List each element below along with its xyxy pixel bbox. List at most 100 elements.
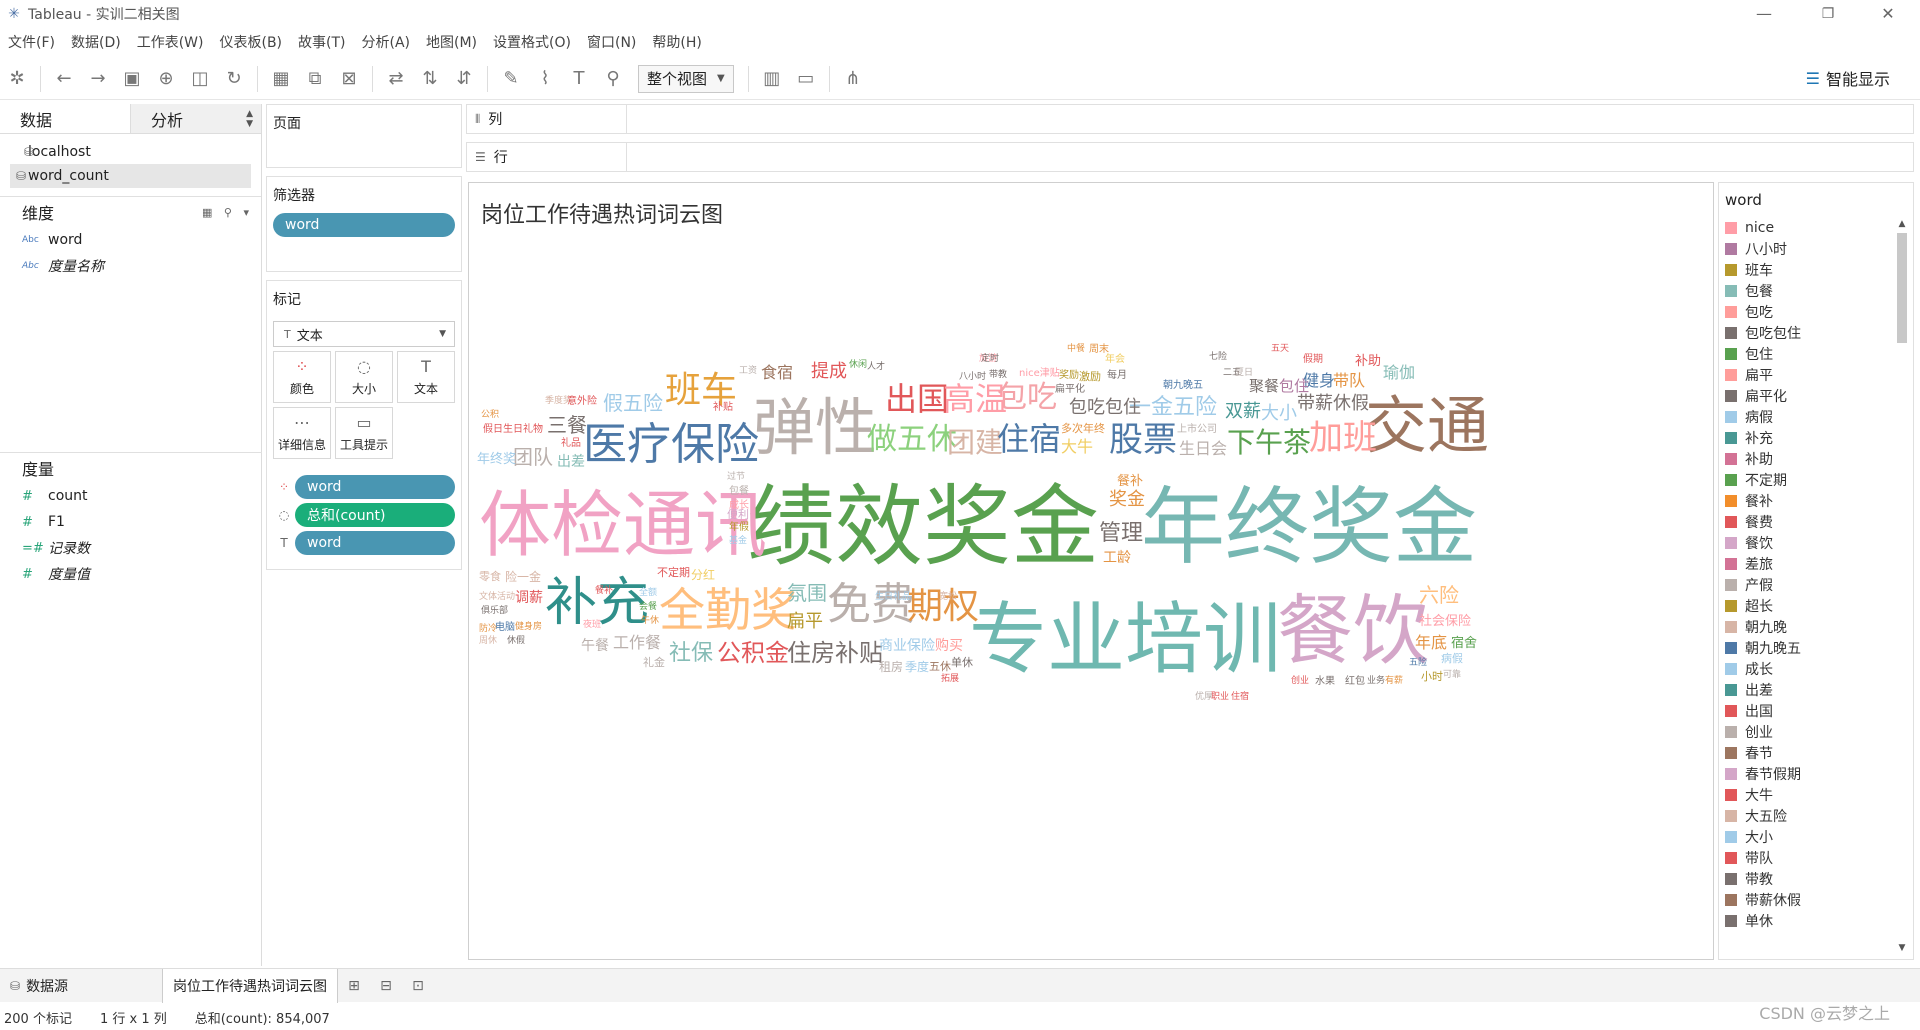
- cloud-word[interactable]: 做五休: [867, 425, 957, 455]
- cloud-word[interactable]: 餐饮: [1277, 593, 1429, 669]
- cloud-word[interactable]: 租房: [879, 661, 903, 673]
- scroll-down-icon[interactable]: ▼: [1895, 943, 1909, 953]
- pages-card[interactable]: 页面: [266, 104, 462, 168]
- legend-item[interactable]: 创业: [1725, 721, 1913, 742]
- cloud-word[interactable]: 专业培训: [969, 601, 1281, 679]
- cloud-word[interactable]: 假日: [483, 425, 503, 435]
- legend-item[interactable]: 餐饮: [1725, 532, 1913, 553]
- cloud-word[interactable]: 险一金: [505, 571, 541, 583]
- tab-data-source[interactable]: ⛁ 数据源: [0, 969, 162, 1003]
- cloud-word[interactable]: 弹性: [753, 397, 877, 459]
- cloud-word[interactable]: 五险: [1409, 659, 1427, 668]
- legend-item[interactable]: 包餐: [1725, 280, 1913, 301]
- cloud-word[interactable]: 包吃: [997, 383, 1057, 413]
- legend-item[interactable]: 扁平: [1725, 364, 1913, 385]
- legend-item[interactable]: 补助: [1725, 448, 1913, 469]
- menu-format[interactable]: 设置格式(O): [493, 32, 571, 52]
- menu-data[interactable]: 数据(D): [71, 32, 121, 52]
- new-data-source-icon[interactable]: ⊕: [149, 64, 183, 94]
- cloud-word[interactable]: 生日礼物: [503, 425, 543, 435]
- cloud-word[interactable]: 补贴: [713, 403, 733, 413]
- cloud-word[interactable]: 单休: [951, 657, 973, 668]
- cloud-word[interactable]: 生日会: [1179, 441, 1227, 457]
- cloud-word[interactable]: 大小: [1261, 405, 1297, 423]
- save-icon[interactable]: ▣: [115, 64, 149, 94]
- cloud-word[interactable]: 生日礼品: [875, 593, 911, 602]
- cloud-word[interactable]: 五休: [929, 661, 951, 672]
- cloud-word[interactable]: 六险: [1419, 585, 1459, 605]
- legend-item[interactable]: 大牛: [1725, 784, 1913, 805]
- cloud-word[interactable]: 一金五险: [1129, 397, 1217, 419]
- clear-sheet-icon[interactable]: ⊠: [332, 64, 366, 94]
- scroll-thumb[interactable]: [1897, 233, 1907, 343]
- cloud-word[interactable]: 社会保险: [1419, 615, 1471, 628]
- cloud-word[interactable]: 不定期: [657, 567, 690, 578]
- cloud-word[interactable]: 礼品: [561, 439, 581, 449]
- cloud-word[interactable]: 可靠: [1443, 671, 1461, 680]
- color-button[interactable]: ⁘ 颜色: [273, 351, 331, 403]
- show-cards-icon[interactable]: ▥: [755, 64, 789, 94]
- legend-item[interactable]: 包吃包住: [1725, 322, 1913, 343]
- legend-item[interactable]: 成长: [1725, 658, 1913, 679]
- measure-field-f1[interactable]: # F1: [0, 509, 262, 535]
- cloud-word[interactable]: 小时: [1421, 671, 1443, 682]
- refresh-icon[interactable]: ↻: [217, 64, 251, 94]
- cloud-word[interactable]: 带队: [1333, 373, 1365, 389]
- cloud-word[interactable]: 补助: [1355, 355, 1381, 368]
- legend-item[interactable]: 出差: [1725, 679, 1913, 700]
- size-button[interactable]: ◌ 大小: [335, 351, 393, 403]
- legend-scrollbar[interactable]: ▲ ▼: [1895, 219, 1909, 953]
- cloud-word[interactable]: 购买: [935, 639, 963, 653]
- legend-item[interactable]: 出国: [1725, 700, 1913, 721]
- cloud-word[interactable]: 有薪: [1385, 677, 1403, 686]
- menu-window[interactable]: 窗口(N): [587, 32, 636, 52]
- measure-field-count[interactable]: # count: [0, 483, 262, 509]
- legend-item[interactable]: 春节假期: [1725, 763, 1913, 784]
- legend-item[interactable]: 病假: [1725, 406, 1913, 427]
- fit-view-select[interactable]: 整个视图 ▼: [638, 64, 734, 93]
- cloud-word[interactable]: 工资: [739, 367, 757, 376]
- cloud-word[interactable]: 医疗保险: [583, 423, 759, 467]
- cloud-word[interactable]: 团队: [513, 447, 553, 467]
- cloud-word[interactable]: 股票: [1109, 423, 1177, 457]
- cloud-word[interactable]: 上市公司: [1177, 425, 1217, 435]
- scroll-up-icon[interactable]: ▲: [1895, 219, 1909, 229]
- cloud-word[interactable]: nice津贴: [1019, 369, 1060, 379]
- cloud-word[interactable]: 年终奖: [477, 453, 516, 466]
- share-icon[interactable]: ⋔: [836, 64, 870, 94]
- cloud-word[interactable]: 宽松: [939, 593, 957, 602]
- menu-file[interactable]: 文件(F): [8, 32, 55, 52]
- rows-shelf[interactable]: ☰ 行: [466, 142, 1914, 172]
- cloud-word[interactable]: 礼金: [643, 657, 665, 668]
- restore-button[interactable]: ❐: [1800, 0, 1856, 28]
- menu-story[interactable]: 故事(T): [298, 32, 345, 52]
- cloud-word[interactable]: 文体活动: [479, 593, 515, 602]
- cloud-word[interactable]: 社保: [669, 643, 713, 665]
- cloud-word[interactable]: 零食: [479, 571, 501, 582]
- cloud-word[interactable]: 夏日: [1235, 369, 1253, 378]
- cloud-word[interactable]: 下午茶: [1227, 429, 1311, 457]
- cloud-word[interactable]: 免费: [827, 583, 915, 627]
- marks-pill-sum-count-size[interactable]: 总和(count): [295, 503, 455, 527]
- legend-item[interactable]: 餐补: [1725, 490, 1913, 511]
- minimize-button[interactable]: —: [1736, 0, 1792, 28]
- cloud-word[interactable]: 职业: [1211, 693, 1229, 702]
- cloud-word[interactable]: 红包: [1345, 677, 1365, 687]
- sort-descending-icon[interactable]: ⇵: [447, 64, 481, 94]
- legend-item[interactable]: 大五险: [1725, 805, 1913, 826]
- cloud-word[interactable]: 电脑: [495, 623, 515, 633]
- cloud-word[interactable]: 周末: [1089, 345, 1109, 355]
- cloud-word[interactable]: 年会: [1105, 355, 1125, 365]
- menu-analysis[interactable]: 分析(A): [362, 32, 411, 52]
- cloud-word[interactable]: 年底: [1415, 635, 1447, 651]
- cloud-word[interactable]: 出差: [557, 455, 585, 469]
- legend-item[interactable]: 不定期: [1725, 469, 1913, 490]
- cloud-word[interactable]: 病假: [1441, 653, 1463, 664]
- cloud-word[interactable]: 餐补: [1117, 475, 1143, 488]
- new-dashboard-icon[interactable]: ⊟: [370, 969, 402, 1003]
- legend-item[interactable]: 班车: [1725, 259, 1913, 280]
- cloud-word[interactable]: 成长: [729, 501, 749, 511]
- cloud-word[interactable]: 分红: [691, 569, 715, 581]
- cloud-word[interactable]: 宿舍: [1451, 637, 1477, 650]
- cloud-word[interactable]: 住宿: [1231, 693, 1249, 702]
